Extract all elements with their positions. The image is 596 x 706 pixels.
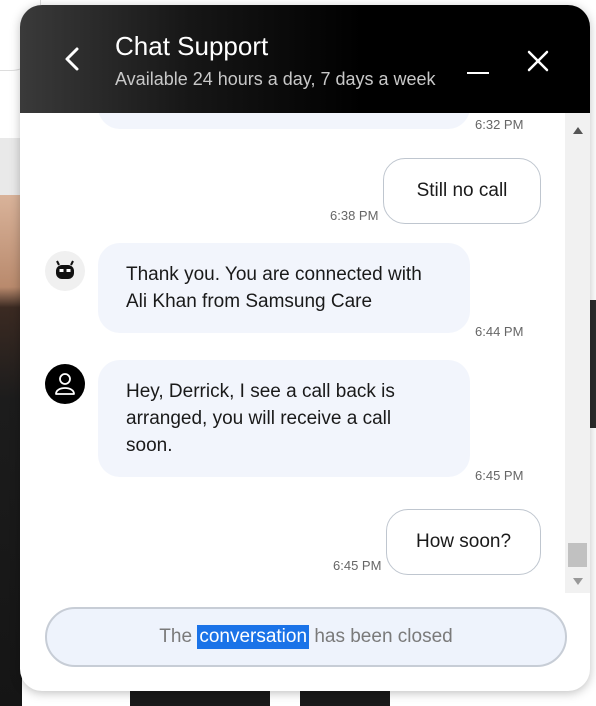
person-avatar-icon xyxy=(55,373,75,395)
robot-avatar-icon xyxy=(56,260,74,279)
close-icon xyxy=(527,50,549,72)
message-bubble-user: Still no call xyxy=(383,158,541,224)
close-button[interactable] xyxy=(525,48,551,74)
agent-avatar xyxy=(45,364,85,404)
bot-avatar xyxy=(45,251,85,291)
message-time: 6:45 PM xyxy=(475,468,524,483)
scroll-up-arrow-icon[interactable] xyxy=(573,127,583,134)
chevron-left-icon xyxy=(65,47,79,71)
background-page-shape xyxy=(130,690,270,706)
scrollbar-thumb[interactable] xyxy=(568,543,587,567)
chat-header: Chat Support Available 24 hours a day, 7… xyxy=(20,5,590,113)
message-bubble-user: How soon? xyxy=(386,509,541,575)
message-scrollbar[interactable] xyxy=(565,113,590,593)
message-bubble-bot: Thank you. You are connected with Ali Kh… xyxy=(98,243,470,333)
message-time: 6:32 PM xyxy=(475,117,524,132)
back-button[interactable] xyxy=(60,43,84,75)
background-page-shape xyxy=(300,690,390,706)
message-time: 6:45 PM xyxy=(333,558,382,573)
message-time: 6:44 PM xyxy=(475,324,524,339)
chat-widget: Chat Support Available 24 hours a day, 7… xyxy=(20,5,590,691)
minimize-icon xyxy=(467,72,489,74)
message-bubble-agent xyxy=(98,113,470,129)
message-bubble-agent: Hey, Derrick, I see a call back is arran… xyxy=(98,360,470,477)
chat-title: Chat Support xyxy=(115,31,269,61)
message-list[interactable]: 6:32 PM 6:38 PM Still no call Thank you.… xyxy=(20,113,565,603)
background-person-image xyxy=(0,195,22,706)
message-time: 6:38 PM xyxy=(330,208,379,223)
scroll-down-arrow-icon[interactable] xyxy=(573,578,583,585)
minimize-button[interactable] xyxy=(467,60,489,74)
closed-text-start: The xyxy=(159,626,198,647)
conversation-closed-banner: The conversation has been closed xyxy=(45,607,567,667)
selected-text: conversation xyxy=(197,625,310,649)
chat-subtitle: Available 24 hours a day, 7 days a week xyxy=(115,69,436,89)
closed-text-end: has been closed xyxy=(309,626,453,647)
